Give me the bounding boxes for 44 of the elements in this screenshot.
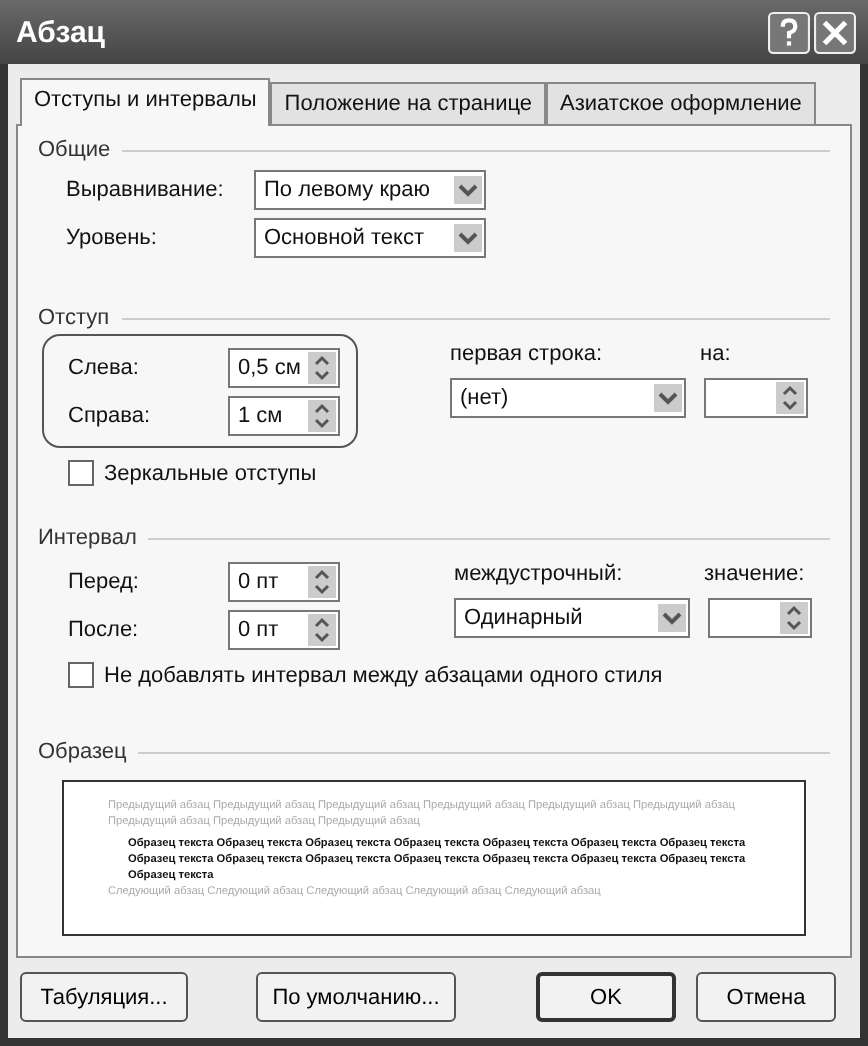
spin-field[interactable]: 1 см (228, 396, 340, 436)
field-label: После: (68, 618, 141, 642)
field-label: Уровень: (66, 226, 159, 250)
field-label: Слева: (68, 356, 141, 380)
dialog-button[interactable]: Табуляция... (20, 972, 188, 1022)
tab[interactable]: Отступы и интервалы (20, 78, 271, 126)
spinner-icon (308, 566, 336, 598)
help-icon[interactable] (768, 11, 810, 53)
spin-field[interactable]: 0,5 см (228, 348, 340, 388)
dialog-button[interactable]: Отмена (696, 972, 836, 1022)
spinner-icon (308, 352, 336, 384)
spinner-icon (780, 602, 808, 634)
field-label: первая строка: (450, 342, 605, 366)
dropdown[interactable]: По левому краю (254, 170, 486, 210)
group-title: Образец (38, 740, 127, 764)
window-title: Абзац (16, 15, 106, 49)
group-title: Отступ (38, 306, 110, 330)
group-title: Общие (38, 138, 111, 162)
field-label: значение: (704, 562, 805, 586)
checkbox[interactable] (68, 662, 94, 688)
spinner-icon (308, 614, 336, 646)
checkbox[interactable] (68, 460, 94, 486)
spin-field[interactable]: 0 пт (228, 610, 340, 650)
field-label: междустрочный: (454, 562, 625, 586)
field-label: на: (700, 342, 731, 366)
spin-field[interactable]: 0 пт (228, 562, 340, 602)
spin-field[interactable] (704, 378, 808, 418)
close-icon[interactable] (814, 11, 856, 53)
field-label: Справа: (68, 404, 153, 428)
dropdown[interactable]: (нет) (450, 378, 686, 418)
spinner-icon (776, 382, 804, 414)
spinner-icon (308, 400, 336, 432)
group-title: Интервал (38, 526, 137, 550)
tab[interactable]: Азиатское оформление (546, 82, 816, 124)
tab[interactable]: Положение на странице (270, 82, 547, 124)
dropdown[interactable]: Основной текст (254, 218, 486, 258)
field-label: Выравнивание: (66, 178, 226, 202)
spin-field[interactable] (708, 598, 812, 638)
checkbox-label: Зеркальные отступы (104, 461, 317, 485)
dialog-button[interactable]: OK (536, 972, 676, 1022)
field-label: Перед: (68, 570, 141, 594)
dialog-button[interactable]: По умолчанию... (256, 972, 456, 1022)
checkbox-label: Не добавлять интервал между абзацами одного стиля (104, 663, 663, 687)
dropdown[interactable]: Одинарный (454, 598, 690, 638)
